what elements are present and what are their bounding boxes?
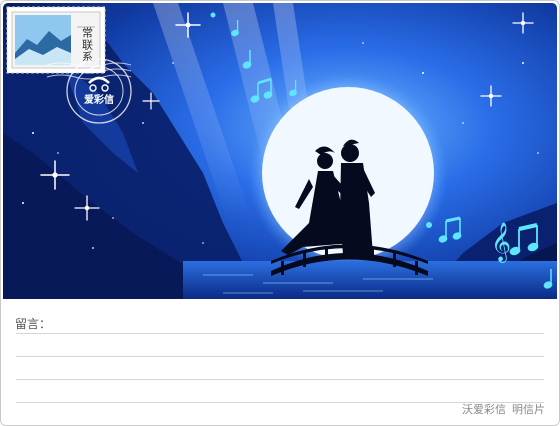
message-line: [16, 379, 544, 380]
postmark-brand: 爱彩信: [84, 93, 114, 106]
footer-brand: 沃爱彩信: [462, 403, 506, 416]
postcard: 𝄞 常联系 爱彩信 留言： 沃爱彩信 明信片: [0, 0, 560, 426]
message-area[interactable]: 留言： 沃爱彩信 明信片: [1, 299, 559, 425]
footer: 沃爱彩信 明信片: [462, 401, 545, 417]
footer-type: 明信片: [512, 403, 545, 416]
postcard-illustration: 𝄞 常联系 爱彩信: [3, 3, 557, 299]
message-line: [16, 356, 544, 357]
stamp-text-1: 常联系: [81, 27, 94, 63]
night-scene-image: 𝄞 常联系 爱彩信: [3, 3, 557, 299]
svg-text:𝄞: 𝄞: [491, 222, 511, 263]
message-line: [16, 333, 544, 334]
message-label: 留言：: [15, 317, 52, 331]
